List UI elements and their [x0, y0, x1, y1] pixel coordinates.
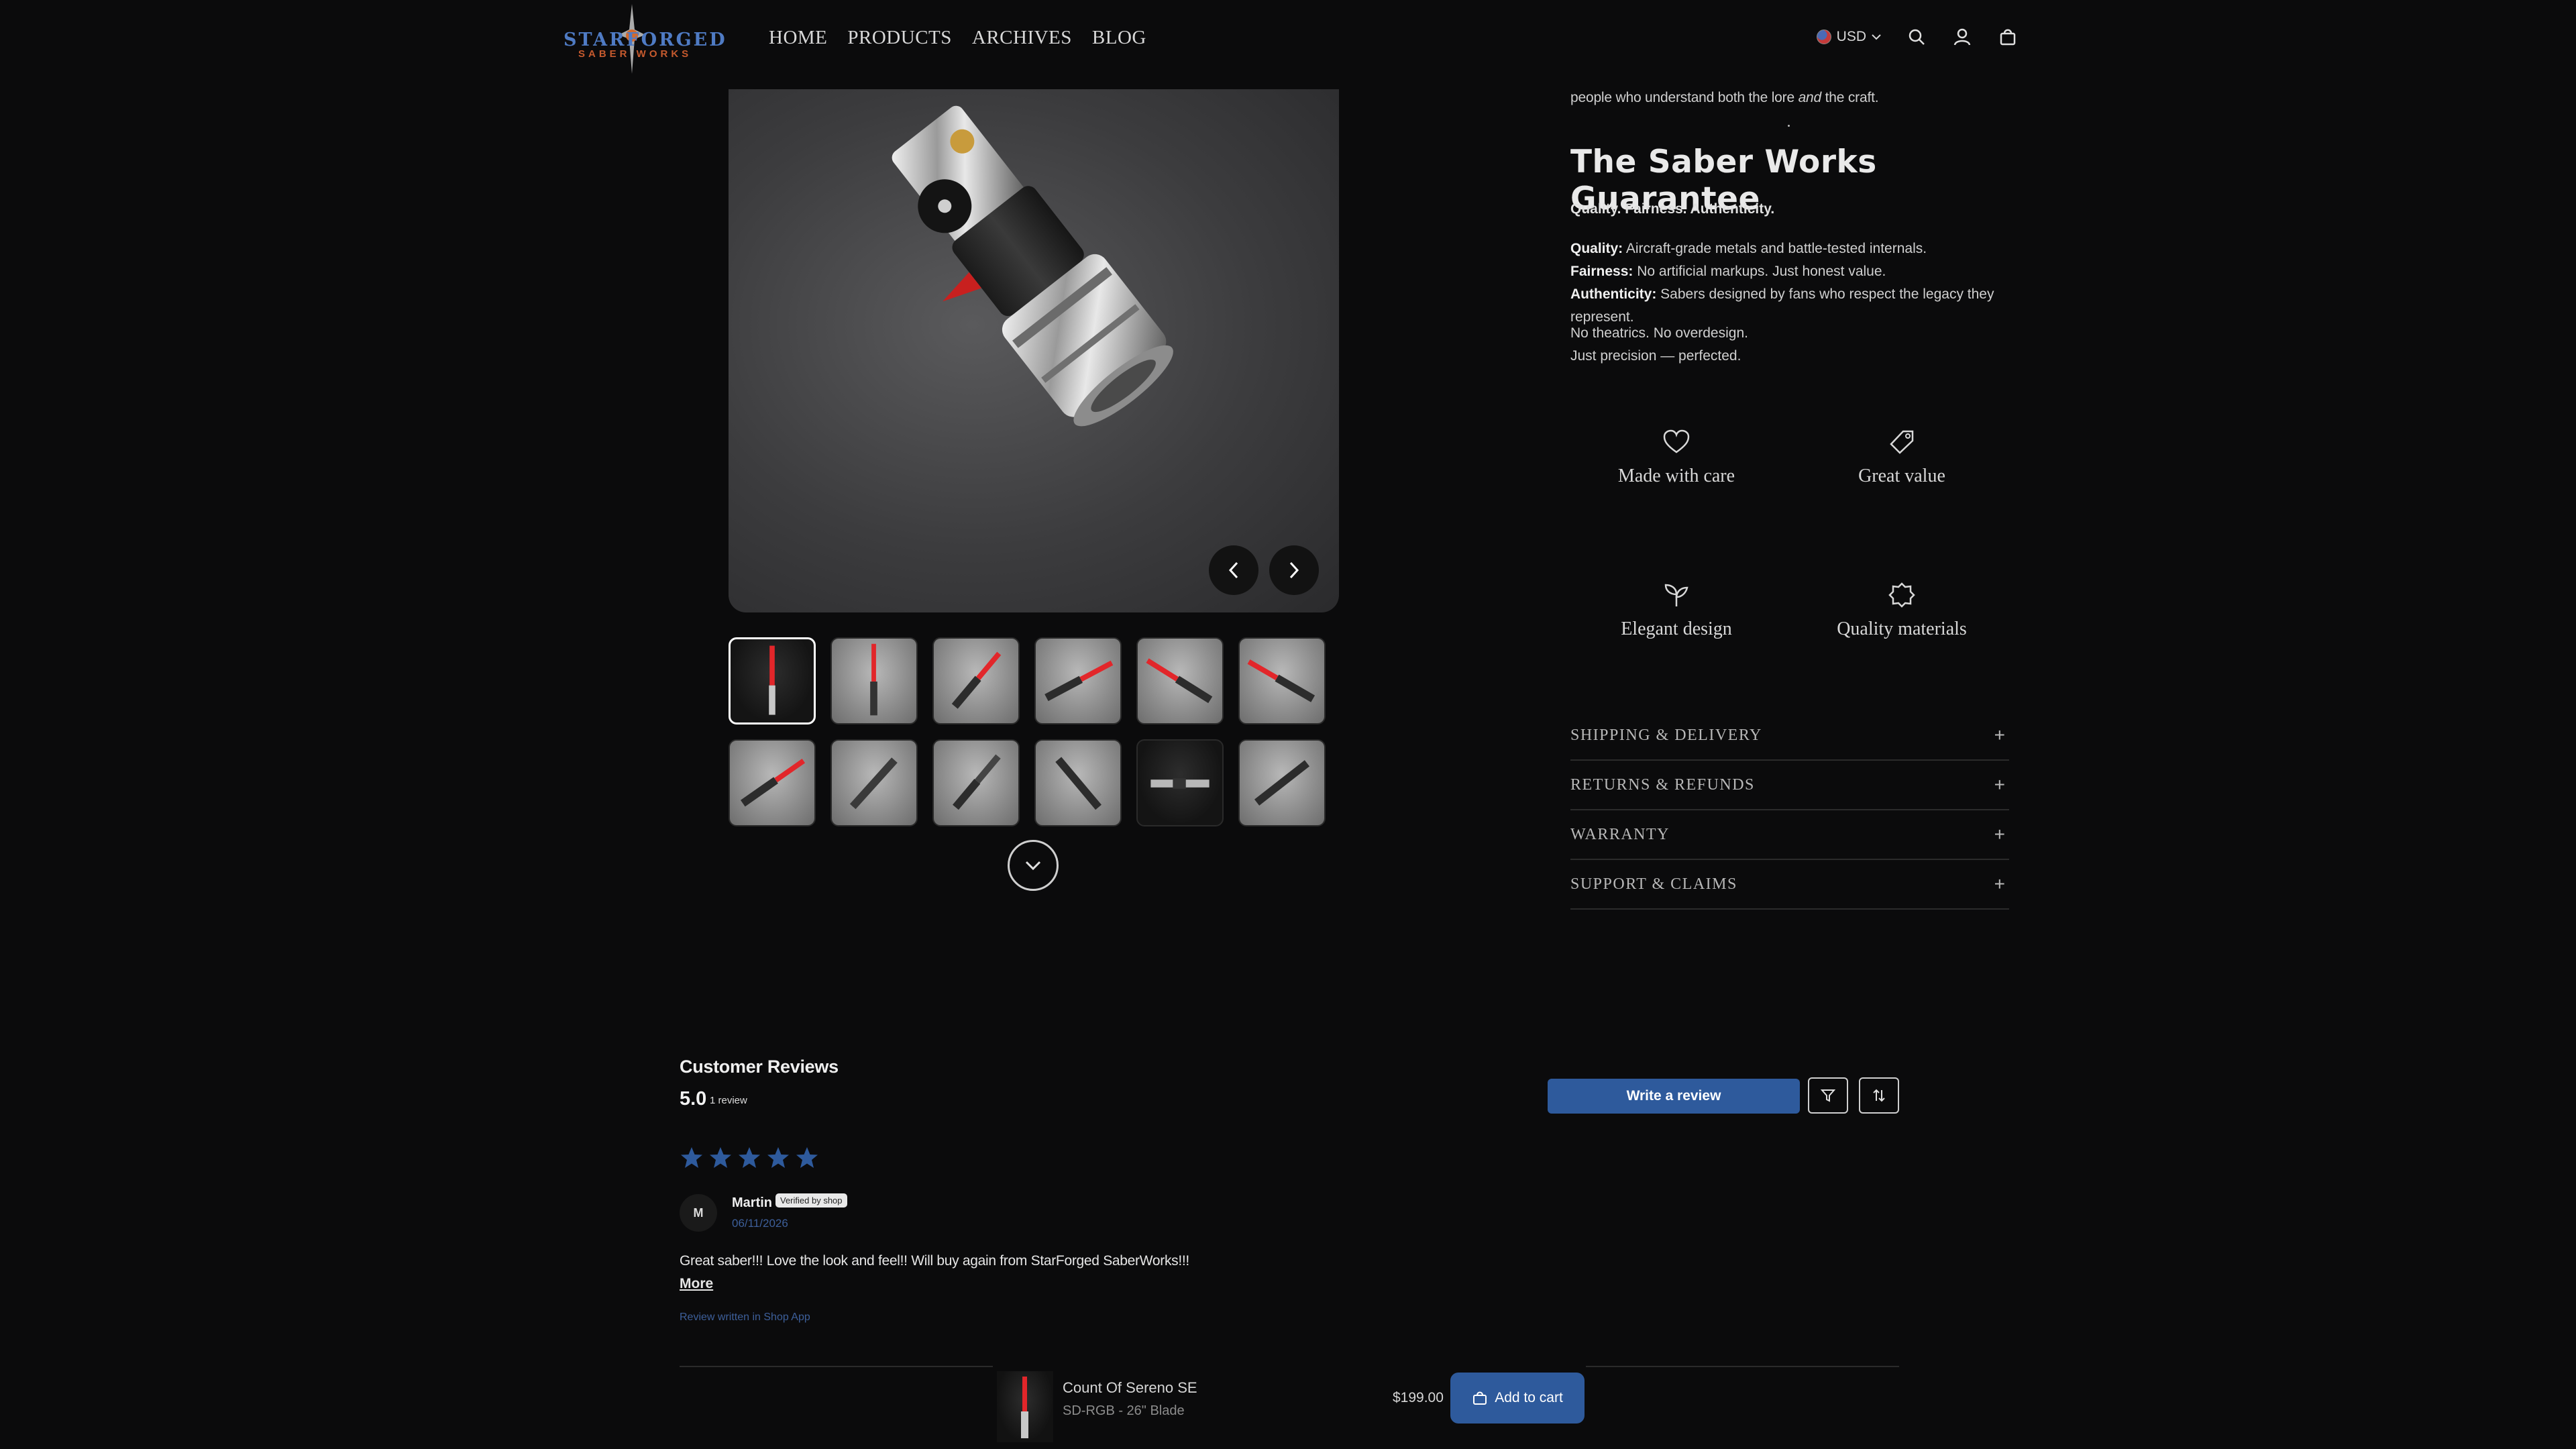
plus-icon: + [1994, 824, 2005, 845]
feature-quality-materials: Quality materials [1801, 582, 2002, 640]
review-date: 06/11/2026 [732, 1217, 788, 1230]
thumbnail-5[interactable] [1136, 637, 1224, 724]
header-actions: USD [1816, 27, 2018, 47]
guarantee-closing: No theatrics. No overdesign. Just precis… [1570, 325, 1748, 364]
chevron-down-icon [1025, 861, 1041, 871]
review-source-link[interactable]: Review written in Shop App [680, 1311, 810, 1324]
product-main-image[interactable] [729, 89, 1339, 612]
gallery-next-button[interactable] [1269, 545, 1319, 595]
sort-reviews-button[interactable] [1859, 1077, 1899, 1114]
search-icon[interactable] [1907, 27, 1927, 47]
sticky-product-thumbnail [997, 1371, 1053, 1442]
avatar: M [680, 1194, 717, 1232]
logo-text-primary: STARFORGED [564, 30, 727, 50]
filter-reviews-button[interactable] [1808, 1077, 1848, 1114]
thumbnail-4[interactable] [1034, 637, 1122, 724]
guarantee-points: Quality: Aircraft-grade metals and battl… [1570, 237, 2013, 329]
plus-icon: + [1994, 774, 2005, 795]
chevron-right-icon [1289, 561, 1299, 579]
sticky-cart-bar: Count Of Sereno SE SD-RGB - 26" Blade $1… [993, 1366, 1586, 1449]
feature-elegant-design: Elegant design [1576, 582, 1777, 640]
guarantee-fairness: Fairness: No artificial markups. Just ho… [1570, 264, 1886, 279]
thumbnail-grid [729, 637, 1326, 826]
star-icon [767, 1147, 789, 1168]
thumbnail-7[interactable] [729, 739, 816, 826]
sticky-product-price: $199.00 [1393, 1390, 1444, 1405]
nav-archives[interactable]: ARCHIVES [972, 27, 1072, 49]
thumbnail-2[interactable] [830, 637, 918, 724]
reviews-count: 1 review [710, 1095, 747, 1106]
guarantee-quality: Quality: Aircraft-grade metals and battl… [1570, 241, 1927, 256]
feature-great-value: Great value [1801, 429, 2002, 487]
site-logo[interactable]: STARFORGED SABER WORKS [562, 4, 725, 74]
star-icon [739, 1147, 760, 1168]
thumbnail-12[interactable] [1238, 739, 1326, 826]
divider-dot [1788, 125, 1790, 127]
guarantee-subtitle: Quality. Fairness. Authenticity. [1570, 201, 1775, 217]
thumbnail-10[interactable] [1034, 739, 1122, 826]
badge-icon [1888, 582, 1915, 608]
saber-hilt-photo [892, 105, 1173, 427]
thumbnail-8[interactable] [830, 739, 918, 826]
show-more-thumbnails-button[interactable] [1008, 840, 1059, 891]
nav-blog[interactable]: BLOG [1092, 27, 1146, 49]
thumbnail-6[interactable] [1238, 637, 1326, 724]
thumbnail-3[interactable] [932, 637, 1020, 724]
accordion-shipping[interactable]: SHIPPING & DELIVERY + [1570, 711, 2009, 761]
us-flag-icon [1816, 30, 1831, 44]
sticky-product-variant: SD-RGB - 26" Blade [1063, 1403, 1185, 1418]
reviewer-name: Martin [732, 1195, 772, 1210]
feature-made-with-care: Made with care [1576, 429, 1777, 487]
accordion-warranty[interactable]: WARRANTY + [1570, 810, 2009, 860]
reviews-average-score: 5.0 [680, 1088, 707, 1110]
accordion-support[interactable]: SUPPORT & CLAIMS + [1570, 860, 2009, 910]
sort-icon [1873, 1089, 1885, 1102]
site-header: STARFORGED SABER WORKS HOME PRODUCTS ARC… [0, 0, 2576, 80]
currency-label: USD [1836, 29, 1866, 44]
lore-text: people who understand both the lore and … [1570, 90, 1879, 105]
logo-text-secondary: SABER WORKS [578, 48, 692, 60]
main-nav: HOME PRODUCTS ARCHIVES BLOG [769, 27, 1146, 49]
write-review-button[interactable]: Write a review [1548, 1079, 1800, 1114]
star-icon [796, 1147, 818, 1168]
add-to-cart-button[interactable]: Add to cart [1450, 1373, 1585, 1424]
verified-badge: Verified by shop [775, 1193, 847, 1208]
chevron-left-icon [1228, 561, 1238, 579]
thumbnail-9[interactable] [932, 739, 1020, 826]
chevron-down-icon [1872, 34, 1881, 40]
currency-selector[interactable]: USD [1816, 29, 1881, 45]
star-icon [710, 1147, 731, 1168]
sprout-icon [1664, 584, 1688, 606]
star-icon [681, 1147, 702, 1168]
accordion-returns[interactable]: RETURNS & REFUNDS + [1570, 761, 2009, 810]
review-body: Great saber!!! Love the look and feel!! … [680, 1253, 1189, 1269]
gallery-prev-button[interactable] [1209, 545, 1258, 595]
thumbnail-11[interactable] [1136, 739, 1224, 826]
cart-add-icon [1473, 1391, 1487, 1405]
plus-icon: + [1994, 724, 2005, 745]
nav-home[interactable]: HOME [769, 27, 827, 49]
nav-products[interactable]: PRODUCTS [847, 27, 952, 49]
review-more-link[interactable]: More [680, 1276, 713, 1292]
tag-icon [1890, 430, 1914, 454]
heart-icon [1663, 429, 1690, 453]
cart-icon[interactable] [1998, 27, 2018, 47]
account-icon[interactable] [1952, 27, 1972, 47]
filter-icon [1821, 1089, 1835, 1102]
sticky-product-name: Count Of Sereno SE [1063, 1379, 1197, 1396]
reviews-title: Customer Reviews [680, 1057, 839, 1077]
thumbnail-1[interactable] [729, 637, 816, 724]
review-star-rating [680, 1146, 819, 1170]
plus-icon: + [1994, 873, 2005, 894]
